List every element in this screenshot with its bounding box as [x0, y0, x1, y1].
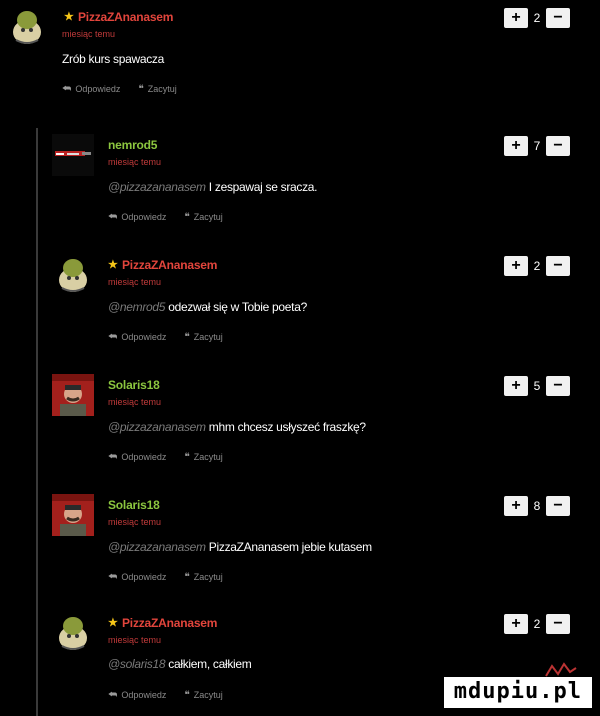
- vote-widget: + 5 −: [504, 375, 570, 397]
- reply-link[interactable]: Odpowiedz: [121, 452, 166, 463]
- comment-time: miesiąc temu: [108, 157, 162, 167]
- comment-text: @nemrod5 odezwał się w Tobie poeta?: [108, 300, 307, 314]
- comment-time: miesiąc temu: [108, 517, 162, 527]
- reply-icon: ⮪: [108, 212, 118, 223]
- comment-author[interactable]: nemrod5: [108, 138, 157, 152]
- quote-link[interactable]: Zacytuj: [194, 212, 223, 223]
- vote-count: 5: [533, 379, 541, 393]
- comment-text: @pizzazananasem PizzaZAnanasem jebie kut…: [108, 540, 372, 554]
- vote-count: 2: [533, 259, 541, 273]
- comment-author[interactable]: PizzaZAnanasem: [122, 258, 217, 272]
- quote-link[interactable]: Zacytuj: [194, 690, 223, 701]
- quote-icon: ❝: [138, 84, 144, 95]
- comment-text: @pizzazananasem I zespawaj se sracza.: [108, 180, 318, 194]
- downvote-button[interactable]: −: [546, 496, 570, 516]
- vote-widget: + 2 −: [504, 613, 570, 635]
- vote-count: 2: [533, 617, 541, 631]
- comment-text: @pizzazananasem mhm chcesz usłyszeć fras…: [108, 420, 366, 434]
- vote-widget: + 2 −: [504, 7, 570, 29]
- quote-icon: ❝: [184, 452, 190, 463]
- upvote-button[interactable]: +: [504, 376, 528, 396]
- comment-actions: ⮪ Odpowiedz ❝ Zacytuj: [108, 690, 223, 701]
- comment-author[interactable]: PizzaZAnanasem: [78, 10, 173, 24]
- quote-icon: ❝: [184, 332, 190, 343]
- mention-link[interactable]: @nemrod5: [108, 300, 165, 314]
- vote-widget: + 2 −: [504, 255, 570, 277]
- comment-actions: ⮪ Odpowiedz ❝ Zacytuj: [108, 212, 223, 223]
- comment-actions: ⮪ Odpowiedz ❝ Zacytuj: [108, 452, 223, 463]
- downvote-button[interactable]: −: [546, 256, 570, 276]
- quote-link[interactable]: Zacytuj: [148, 84, 177, 95]
- mention-link[interactable]: @pizzazananasem: [108, 420, 206, 434]
- upvote-button[interactable]: +: [504, 8, 528, 28]
- star-icon: ★: [64, 11, 74, 23]
- avatar[interactable]: [52, 254, 94, 296]
- comment-actions: ⮪ Odpowiedz ❝ Zacytuj: [108, 572, 223, 583]
- comment-time: miesiąc temu: [62, 29, 116, 39]
- star-icon: ★: [108, 259, 118, 271]
- comment-time: miesiąc temu: [108, 635, 162, 645]
- upvote-button[interactable]: +: [504, 614, 528, 634]
- downvote-button[interactable]: −: [546, 614, 570, 634]
- quote-icon: ❝: [184, 212, 190, 223]
- avatar[interactable]: [6, 6, 48, 48]
- comment: ★ PizzaZAnanasem miesiąc temu @nemrod5 o…: [0, 248, 600, 358]
- comment-actions: ⮪ Odpowiedz ❝ Zacytuj: [108, 332, 223, 343]
- quote-link[interactable]: Zacytuj: [194, 332, 223, 343]
- comment: nemrod5 miesiąc temu @pizzazananasem I z…: [0, 128, 600, 238]
- reply-icon: ⮪: [62, 84, 72, 95]
- vote-count: 2: [533, 11, 541, 25]
- quote-link[interactable]: Zacytuj: [194, 452, 223, 463]
- comment-time: miesiąc temu: [108, 277, 162, 287]
- mention-link[interactable]: @pizzazananasem: [108, 180, 206, 194]
- reply-icon: ⮪: [108, 690, 118, 701]
- quote-icon: ❝: [184, 690, 190, 701]
- comment: Solaris18 miesiąc temu @pizzazananasem P…: [0, 488, 600, 598]
- mention-link[interactable]: @pizzazananasem: [108, 540, 206, 554]
- reply-link[interactable]: Odpowiedz: [121, 332, 166, 343]
- comment: ★ PizzaZAnanasem miesiąc temu Zrób kurs …: [0, 0, 600, 110]
- avatar[interactable]: [52, 134, 94, 176]
- watermark: mdupiu.pl: [443, 677, 592, 708]
- quote-link[interactable]: Zacytuj: [194, 572, 223, 583]
- quote-icon: ❝: [184, 572, 190, 583]
- upvote-button[interactable]: +: [504, 136, 528, 156]
- comment-author[interactable]: Solaris18: [108, 498, 160, 512]
- mention-link[interactable]: @solaris18: [108, 657, 166, 671]
- comment-author[interactable]: Solaris18: [108, 378, 160, 392]
- reply-icon: ⮪: [108, 572, 118, 583]
- avatar[interactable]: [52, 612, 94, 654]
- reply-icon: ⮪: [108, 332, 118, 343]
- reply-link[interactable]: Odpowiedz: [121, 690, 166, 701]
- comment: Solaris18 miesiąc temu @pizzazananasem m…: [0, 368, 600, 478]
- reply-icon: ⮪: [108, 452, 118, 463]
- reply-link[interactable]: Odpowiedz: [121, 572, 166, 583]
- vote-widget: + 8 −: [504, 495, 570, 517]
- comment-text: @solaris18 całkiem, całkiem: [108, 657, 252, 671]
- comment-actions: ⮪ Odpowiedz ❝ Zacytuj: [62, 84, 177, 95]
- vote-count: 7: [533, 139, 541, 153]
- reply-link[interactable]: Odpowiedz: [75, 84, 120, 95]
- upvote-button[interactable]: +: [504, 256, 528, 276]
- downvote-button[interactable]: −: [546, 136, 570, 156]
- reply-link[interactable]: Odpowiedz: [121, 212, 166, 223]
- comment-text: Zrób kurs spawacza: [62, 52, 164, 66]
- comment-author[interactable]: PizzaZAnanasem: [122, 616, 217, 630]
- vote-widget: + 7 −: [504, 135, 570, 157]
- downvote-button[interactable]: −: [546, 376, 570, 396]
- avatar[interactable]: [52, 374, 94, 416]
- downvote-button[interactable]: −: [546, 8, 570, 28]
- avatar[interactable]: [52, 494, 94, 536]
- vote-count: 8: [533, 499, 541, 513]
- comment-time: miesiąc temu: [108, 397, 162, 407]
- watermark-decoration-icon: [545, 662, 577, 677]
- upvote-button[interactable]: +: [504, 496, 528, 516]
- star-icon: ★: [108, 617, 118, 629]
